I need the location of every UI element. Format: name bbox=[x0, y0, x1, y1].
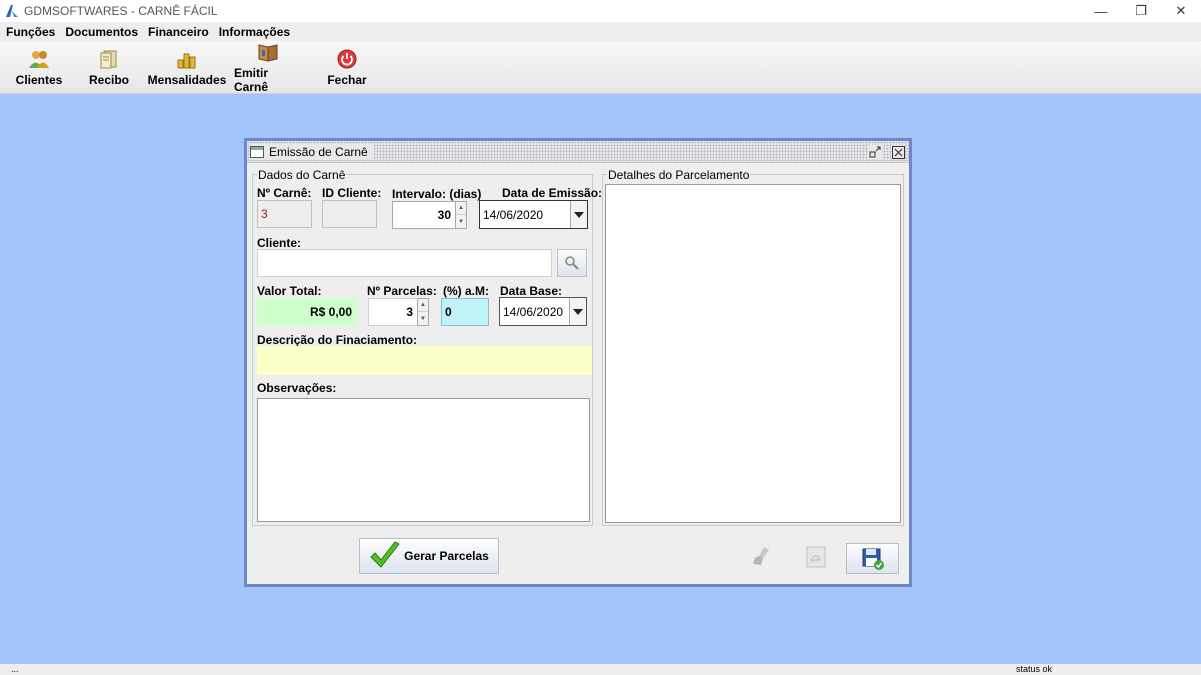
frame-close-icon[interactable] bbox=[891, 145, 905, 159]
n-parcelas-spinner[interactable]: ▲ ▼ bbox=[417, 298, 429, 326]
close-window-button[interactable]: ✕ bbox=[1161, 0, 1201, 22]
toolbar-label: Clientes bbox=[15, 73, 63, 87]
clients-icon bbox=[29, 51, 49, 68]
gerar-parcelas-button[interactable]: Gerar Parcelas bbox=[359, 538, 499, 574]
data-base-label: Data Base: bbox=[500, 284, 563, 298]
menu-funcoes[interactable]: Funções bbox=[6, 25, 55, 39]
emissao-carne-frame: Emissão de Carnê Dados do Carnê Nº Carnê… bbox=[244, 138, 912, 587]
menu-financeiro[interactable]: Financeiro bbox=[148, 25, 209, 39]
emitir-carne-button[interactable]: Emitir Carnê bbox=[234, 41, 302, 94]
intervalo-input[interactable]: 30 bbox=[392, 201, 456, 229]
spinner-down-icon[interactable]: ▼ bbox=[456, 215, 466, 228]
frame-title-box: Emissão de Carnê bbox=[250, 144, 374, 160]
id-cliente-label: ID Cliente: bbox=[322, 186, 382, 200]
id-cliente-field bbox=[322, 200, 377, 228]
frame-titlebar[interactable]: Emissão de Carnê bbox=[247, 141, 909, 163]
spinner-down-icon[interactable]: ▼ bbox=[418, 312, 428, 325]
chevron-down-icon bbox=[574, 211, 584, 218]
save-icon bbox=[862, 548, 884, 570]
restore-button[interactable]: ❐ bbox=[1121, 0, 1161, 22]
valor-total-label: Valor Total: bbox=[257, 284, 322, 298]
intervalo-label: Intervalo: (dias) bbox=[392, 187, 482, 201]
cliente-label: Cliente: bbox=[257, 236, 302, 250]
broom-icon bbox=[753, 547, 769, 565]
save-button[interactable] bbox=[846, 543, 899, 574]
spinner-up-icon[interactable]: ▲ bbox=[418, 299, 428, 312]
observacoes-textarea[interactable] bbox=[257, 398, 590, 522]
toolbar-label: Mensalidades bbox=[147, 73, 227, 87]
gerar-parcelas-label: Gerar Parcelas bbox=[404, 549, 489, 563]
search-icon bbox=[565, 256, 579, 270]
fechar-button[interactable]: Fechar bbox=[322, 41, 372, 94]
toolbar-label: Emitir Carnê bbox=[234, 66, 269, 94]
valor-total-field[interactable]: R$ 0,00 bbox=[257, 298, 357, 326]
pdf-button[interactable] bbox=[804, 545, 828, 569]
observacoes-label: Observações: bbox=[257, 381, 337, 395]
data-base-value: 14/06/2020 bbox=[503, 304, 564, 319]
status-left-text: ... bbox=[11, 664, 19, 674]
toolbar-label: Recibo bbox=[88, 73, 129, 87]
app-icon bbox=[6, 5, 18, 17]
clear-button[interactable] bbox=[749, 544, 773, 568]
parcelamento-table[interactable] bbox=[605, 184, 901, 523]
descricao-label: Descrição do Finaciamento: bbox=[257, 333, 418, 347]
toolbar-label: Fechar bbox=[327, 73, 367, 87]
data-emissao-label: Data de Emissão: bbox=[502, 186, 603, 200]
intervalo-spinner[interactable]: ▲ ▼ bbox=[455, 201, 467, 229]
minimize-button[interactable]: — bbox=[1081, 0, 1121, 22]
window-icon bbox=[250, 146, 264, 158]
window-controls: — ❐ ✕ bbox=[1081, 0, 1201, 22]
chevron-down-icon bbox=[573, 308, 583, 315]
spinner-up-icon[interactable]: ▲ bbox=[456, 202, 466, 215]
frame-minimize-icon[interactable] bbox=[868, 145, 882, 159]
status-bar: ... status ok bbox=[0, 664, 1201, 675]
menu-documentos[interactable]: Documentos bbox=[65, 25, 138, 39]
status-text: status ok bbox=[1016, 664, 1053, 674]
data-emissao-combo[interactable]: 14/06/2020 bbox=[479, 200, 588, 229]
window-title: GDMSOFTWARES - CARNÊ FÁCIL bbox=[24, 4, 218, 18]
recibo-button[interactable]: Recibo bbox=[84, 41, 134, 94]
group-legend: Dados do Carnê bbox=[257, 168, 347, 182]
coins-icon bbox=[177, 53, 196, 69]
frame-title: Emissão de Carnê bbox=[269, 145, 368, 159]
window-titlebar: GDMSOFTWARES - CARNÊ FÁCIL — ❐ ✕ bbox=[0, 0, 1201, 22]
receipt-icon bbox=[100, 50, 117, 69]
toolbar: Clientes Recibo Mensalidades Emitir Carn… bbox=[0, 41, 1201, 94]
menu-informacoes[interactable]: Informações bbox=[219, 25, 290, 39]
taxa-input[interactable]: 0 bbox=[441, 298, 489, 326]
mensalidades-button[interactable]: Mensalidades bbox=[147, 41, 227, 94]
search-cliente-button[interactable] bbox=[557, 249, 587, 277]
book-icon bbox=[258, 44, 278, 62]
cliente-input[interactable] bbox=[257, 249, 552, 277]
dropdown-button[interactable] bbox=[570, 201, 587, 228]
n-carne-field: 3 bbox=[257, 200, 312, 228]
clientes-button[interactable]: Clientes bbox=[14, 41, 64, 94]
dropdown-button[interactable] bbox=[569, 298, 586, 325]
menu-bar: Funções Documentos Financeiro Informaçõe… bbox=[0, 22, 1201, 41]
power-icon bbox=[337, 49, 357, 69]
n-parcelas-input[interactable]: 3 bbox=[368, 298, 418, 326]
checkmark-icon bbox=[370, 541, 400, 568]
data-base-combo[interactable]: 14/06/2020 bbox=[499, 297, 587, 326]
descricao-input[interactable] bbox=[257, 346, 592, 375]
n-carne-label: Nº Carnê: bbox=[257, 186, 312, 200]
group-legend: Detalhes do Parcelamento bbox=[607, 168, 751, 182]
n-parcelas-label: Nº Parcelas: bbox=[367, 284, 437, 298]
data-emissao-value: 14/06/2020 bbox=[483, 207, 544, 222]
taxa-label: (%) a.M: bbox=[443, 284, 489, 298]
pdf-icon bbox=[806, 546, 826, 568]
